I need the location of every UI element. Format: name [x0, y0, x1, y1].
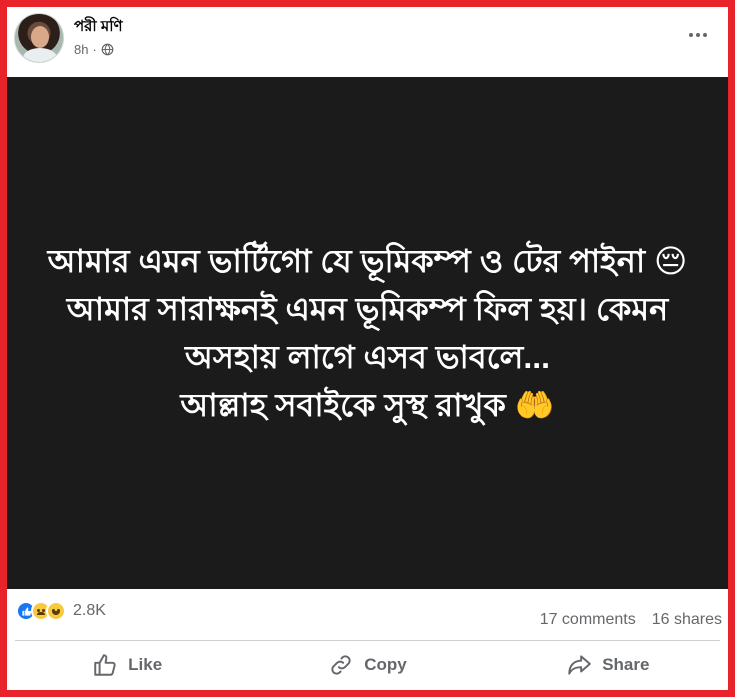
like-label: Like: [128, 655, 163, 674]
author-name[interactable]: পরী মণি: [74, 15, 123, 40]
post-actions: Like Copy Share: [7, 643, 728, 687]
link-icon: [331, 655, 351, 675]
globe-icon[interactable]: [101, 43, 114, 56]
like-button[interactable]: Like: [7, 643, 247, 687]
thumbs-up-icon: [94, 654, 116, 676]
comments-count[interactable]: 17 comments: [540, 611, 636, 629]
share-arrow-icon: [568, 655, 591, 675]
post-text-line: আমার সারাক্ষনই এমন ভূমিকম্প ফিল হয়। কেম…: [66, 291, 669, 327]
post-text-line: আল্লাহ সবাইকে সুস্থ রাখুক 🤲: [180, 387, 555, 423]
dot-icon: [689, 33, 693, 37]
share-label: Share: [602, 655, 650, 674]
post-card: পরী মণি 8h · আমার এমন ভার্টিগো যে ভূমিকম…: [7, 7, 728, 690]
copy-label: Copy: [364, 655, 407, 674]
copy-button[interactable]: Copy: [247, 643, 487, 687]
avatar[interactable]: [14, 13, 64, 63]
post-text-line: অসহায় লাগে এসব ভাবলে...: [184, 339, 551, 375]
reactions-summary[interactable]: 2.8K: [16, 601, 106, 621]
meta-separator: ·: [92, 42, 97, 57]
post-header: পরী মণি 8h ·: [7, 7, 728, 77]
post-stats: 2.8K 17 comments 16 shares: [7, 597, 728, 631]
dot-icon: [703, 33, 707, 37]
post-text: আমার এমন ভার্টিগো যে ভূমিকম্প ও টের পাইন…: [28, 237, 708, 429]
haha-icon: [46, 601, 66, 621]
post-text-line: আমার এমন ভার্টিগো যে ভূমিকম্প ও টের পাইন…: [47, 243, 688, 279]
post-time[interactable]: 8h: [74, 42, 88, 57]
divider: [15, 640, 720, 641]
post-meta: 8h ·: [74, 42, 114, 57]
shares-count[interactable]: 16 shares: [652, 611, 722, 629]
more-options-button[interactable]: [684, 25, 712, 45]
engagement-counts: 17 comments 16 shares: [540, 611, 722, 629]
post-content[interactable]: আমার এমন ভার্টিগো যে ভূমিকম্প ও টের পাইন…: [7, 77, 728, 589]
dot-icon: [696, 33, 700, 37]
share-button[interactable]: Share: [488, 643, 728, 687]
reaction-count: 2.8K: [73, 602, 106, 619]
